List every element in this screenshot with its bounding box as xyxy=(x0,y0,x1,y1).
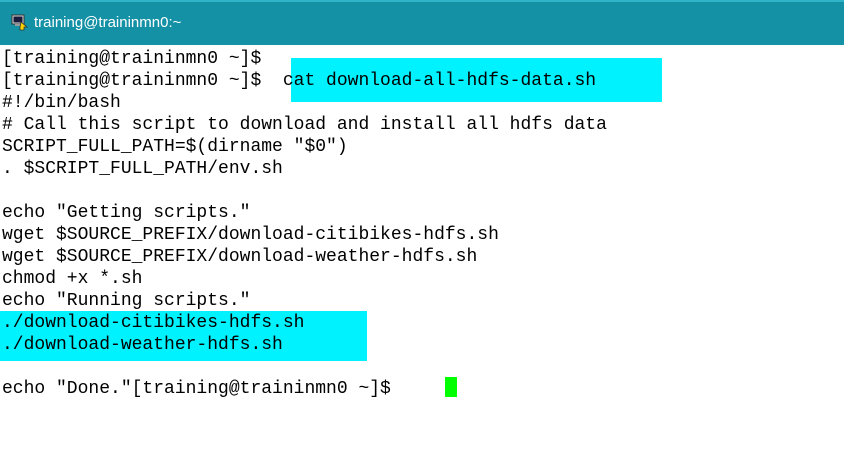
terminal-line: chmod +x *.sh xyxy=(2,269,143,289)
terminal-line: [training@traininmn0 ~]$ cat download-al… xyxy=(2,71,597,91)
terminal-line: wget $SOURCE_PREFIX/download-citibikes-h… xyxy=(2,225,499,245)
terminal-line: echo "Getting scripts." xyxy=(2,203,251,223)
terminal-line: . $SCRIPT_FULL_PATH/env.sh xyxy=(2,159,283,179)
terminal-line: SCRIPT_FULL_PATH=$(dirname "$0") xyxy=(2,137,348,157)
terminal-window: training@traininmn0:~ [training@traininm… xyxy=(0,0,844,449)
terminal-line: echo "Running scripts." xyxy=(2,291,251,311)
terminal-line: ./download-weather-hdfs.sh xyxy=(2,335,283,355)
terminal-cursor xyxy=(445,377,457,397)
terminal-output[interactable]: [training@traininmn0 ~]$ [training@train… xyxy=(0,45,844,449)
terminal-line: [training@traininmn0 ~]$ xyxy=(2,49,262,69)
window-title: training@traininmn0:~ xyxy=(34,14,182,31)
title-bar[interactable]: training@traininmn0:~ xyxy=(0,0,844,45)
terminal-line: # Call this script to download and insta… xyxy=(2,115,607,135)
terminal-line: #!/bin/bash xyxy=(2,93,121,113)
terminal-line: wget $SOURCE_PREFIX/download-weather-hdf… xyxy=(2,247,478,267)
terminal-line: echo "Done."[training@traininmn0 ~]$ xyxy=(2,379,402,399)
putty-terminal-icon xyxy=(11,14,29,31)
terminal-line: ./download-citibikes-hdfs.sh xyxy=(2,313,305,333)
